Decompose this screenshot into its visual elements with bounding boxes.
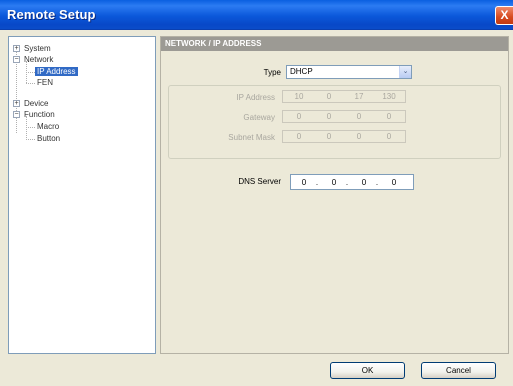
gateway-octet: 0 (326, 112, 332, 121)
tree-item-label: FEN (37, 78, 53, 87)
ok-button[interactable]: OK (330, 362, 405, 379)
type-label: Type (263, 68, 281, 77)
settings-tree[interactable]: + System − Network IP Address FEN + Devi… (8, 36, 156, 354)
dialog-body: + System − Network IP Address FEN + Devi… (4, 31, 513, 386)
tree-item-macro[interactable]: Macro (37, 122, 59, 132)
tree-connector (26, 127, 35, 128)
tree-item-fen[interactable]: FEN (37, 78, 53, 88)
gateway-octet: 0 (296, 112, 302, 121)
subnet-octet: 0 (326, 132, 332, 141)
gateway-octet: 0 (386, 112, 392, 121)
ip-address-label: IP Address (236, 93, 275, 102)
subnet-mask-label: Subnet Mask (228, 133, 275, 142)
expand-icon[interactable]: + (13, 45, 20, 52)
tree-item-label: Macro (37, 122, 60, 131)
ip-address-field: 10 0 17 130 (282, 90, 406, 103)
gateway-field: 0 0 0 0 (282, 110, 406, 123)
dns-server-field[interactable]: 0 . 0 . 0 . 0 (290, 174, 414, 190)
settings-panel: NETWORK / IP ADDRESS Type DHCP ⌄ IP Addr… (160, 36, 509, 354)
tree-item-ip-address[interactable]: IP Address (35, 67, 78, 77)
tree-item-label: System (24, 44, 51, 53)
gateway-octet: 0 (356, 112, 362, 121)
tree-item-label: Function (24, 110, 55, 119)
collapse-icon[interactable]: − (13, 56, 20, 63)
gateway-label: Gateway (243, 113, 275, 122)
type-select[interactable]: DHCP ⌄ (286, 65, 412, 79)
static-ip-group: IP Address 10 0 17 130 Gateway 0 0 0 0 S… (168, 85, 501, 159)
tree-item-label: Button (37, 134, 61, 143)
dns-octet[interactable]: 0 (294, 175, 314, 190)
window-title: Remote Setup (7, 7, 96, 22)
octet-separator: . (345, 178, 349, 187)
expand-icon[interactable]: + (13, 100, 20, 107)
subnet-mask-field: 0 0 0 0 (282, 130, 406, 143)
tree-item-label: Device (24, 99, 49, 108)
section-header: NETWORK / IP ADDRESS (161, 37, 508, 51)
dns-octet[interactable]: 0 (384, 175, 404, 190)
tree-connector (26, 72, 35, 73)
tree-item-button[interactable]: Button (37, 134, 60, 144)
tree-item-label: IP Address (35, 67, 78, 76)
subnet-octet: 0 (356, 132, 362, 141)
dns-server-label: DNS Server (238, 177, 281, 186)
tree-connector (16, 51, 17, 133)
dns-octet[interactable]: 0 (354, 175, 374, 190)
title-bar[interactable]: Remote Setup X (0, 0, 513, 30)
ip-octet: 0 (326, 92, 332, 101)
cancel-button[interactable]: Cancel (421, 362, 496, 379)
subnet-octet: 0 (296, 132, 302, 141)
close-button[interactable]: X (495, 6, 513, 25)
type-value: DHCP (290, 67, 313, 76)
close-icon: X (500, 8, 509, 22)
tree-item-label: Network (24, 55, 54, 64)
octet-separator: . (315, 178, 319, 187)
subnet-octet: 0 (386, 132, 392, 141)
octet-separator: . (375, 178, 379, 187)
tree-connector (26, 139, 35, 140)
tree-connector (26, 83, 35, 84)
ip-octet: 10 (294, 92, 304, 101)
ip-octet: 130 (382, 92, 396, 101)
dns-octet[interactable]: 0 (324, 175, 344, 190)
chevron-down-icon[interactable]: ⌄ (399, 66, 411, 78)
collapse-icon[interactable]: − (13, 111, 20, 118)
ip-octet: 17 (354, 92, 364, 101)
